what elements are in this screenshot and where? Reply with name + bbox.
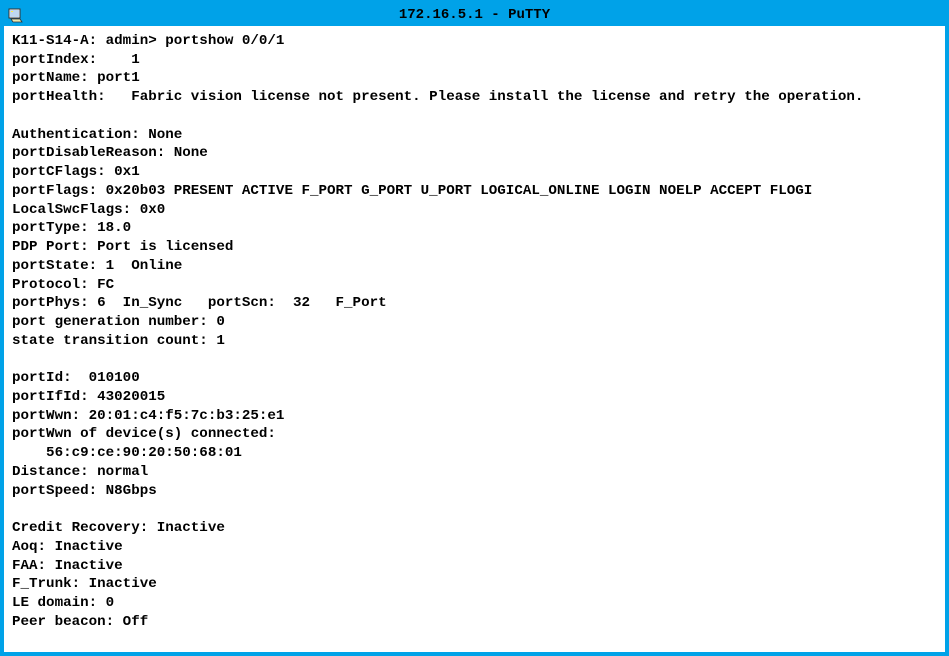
terminal-line: portId: 010100 [12, 369, 937, 388]
terminal-line: portType: 18.0 [12, 219, 937, 238]
terminal-line: PDP Port: Port is licensed [12, 238, 937, 257]
terminal-line [12, 350, 937, 369]
terminal-line: K11-S14-A: admin> portshow 0/0/1 [12, 32, 937, 51]
window-title: 172.16.5.1 - PuTTY [399, 7, 550, 23]
terminal-line: portIndex: 1 [12, 51, 937, 70]
terminal-line: portFlags: 0x20b03 PRESENT ACTIVE F_PORT… [12, 182, 937, 201]
terminal-line: 56:c9:ce:90:20:50:68:01 [12, 444, 937, 463]
app-icon [8, 7, 24, 23]
terminal-line: portPhys: 6 In_Sync portScn: 32 F_Port [12, 294, 937, 313]
terminal-line: portDisableReason: None [12, 144, 937, 163]
terminal-line: LocalSwcFlags: 0x0 [12, 201, 937, 220]
terminal-line: portHealth: Fabric vision license not pr… [12, 88, 937, 107]
terminal-line: FAA: Inactive [12, 557, 937, 576]
terminal-line: Authentication: None [12, 126, 937, 145]
terminal-line: portWwn: 20:01:c4:f5:7c:b3:25:e1 [12, 407, 937, 426]
terminal-line: portState: 1 Online [12, 257, 937, 276]
terminal-line: Distance: normal [12, 463, 937, 482]
terminal-output[interactable]: K11-S14-A: admin> portshow 0/0/1 portInd… [4, 26, 945, 652]
terminal-line: Credit Recovery: Inactive [12, 519, 937, 538]
terminal-line: Aoq: Inactive [12, 538, 937, 557]
putty-window: 172.16.5.1 - PuTTY K11-S14-A: admin> por… [0, 0, 949, 656]
terminal-line: portSpeed: N8Gbps [12, 482, 937, 501]
title-bar[interactable]: 172.16.5.1 - PuTTY [4, 4, 945, 26]
terminal-line: portIfId: 43020015 [12, 388, 937, 407]
terminal-line: Protocol: FC [12, 276, 937, 295]
terminal-line: portName: port1 [12, 69, 937, 88]
terminal-line: Peer beacon: Off [12, 613, 937, 632]
terminal-line [12, 107, 937, 126]
terminal-line: portCFlags: 0x1 [12, 163, 937, 182]
terminal-line [12, 500, 937, 519]
terminal-line: state transition count: 1 [12, 332, 937, 351]
terminal-line: portWwn of device(s) connected: [12, 425, 937, 444]
terminal-line: port generation number: 0 [12, 313, 937, 332]
terminal-line: LE domain: 0 [12, 594, 937, 613]
terminal-line: F_Trunk: Inactive [12, 575, 937, 594]
